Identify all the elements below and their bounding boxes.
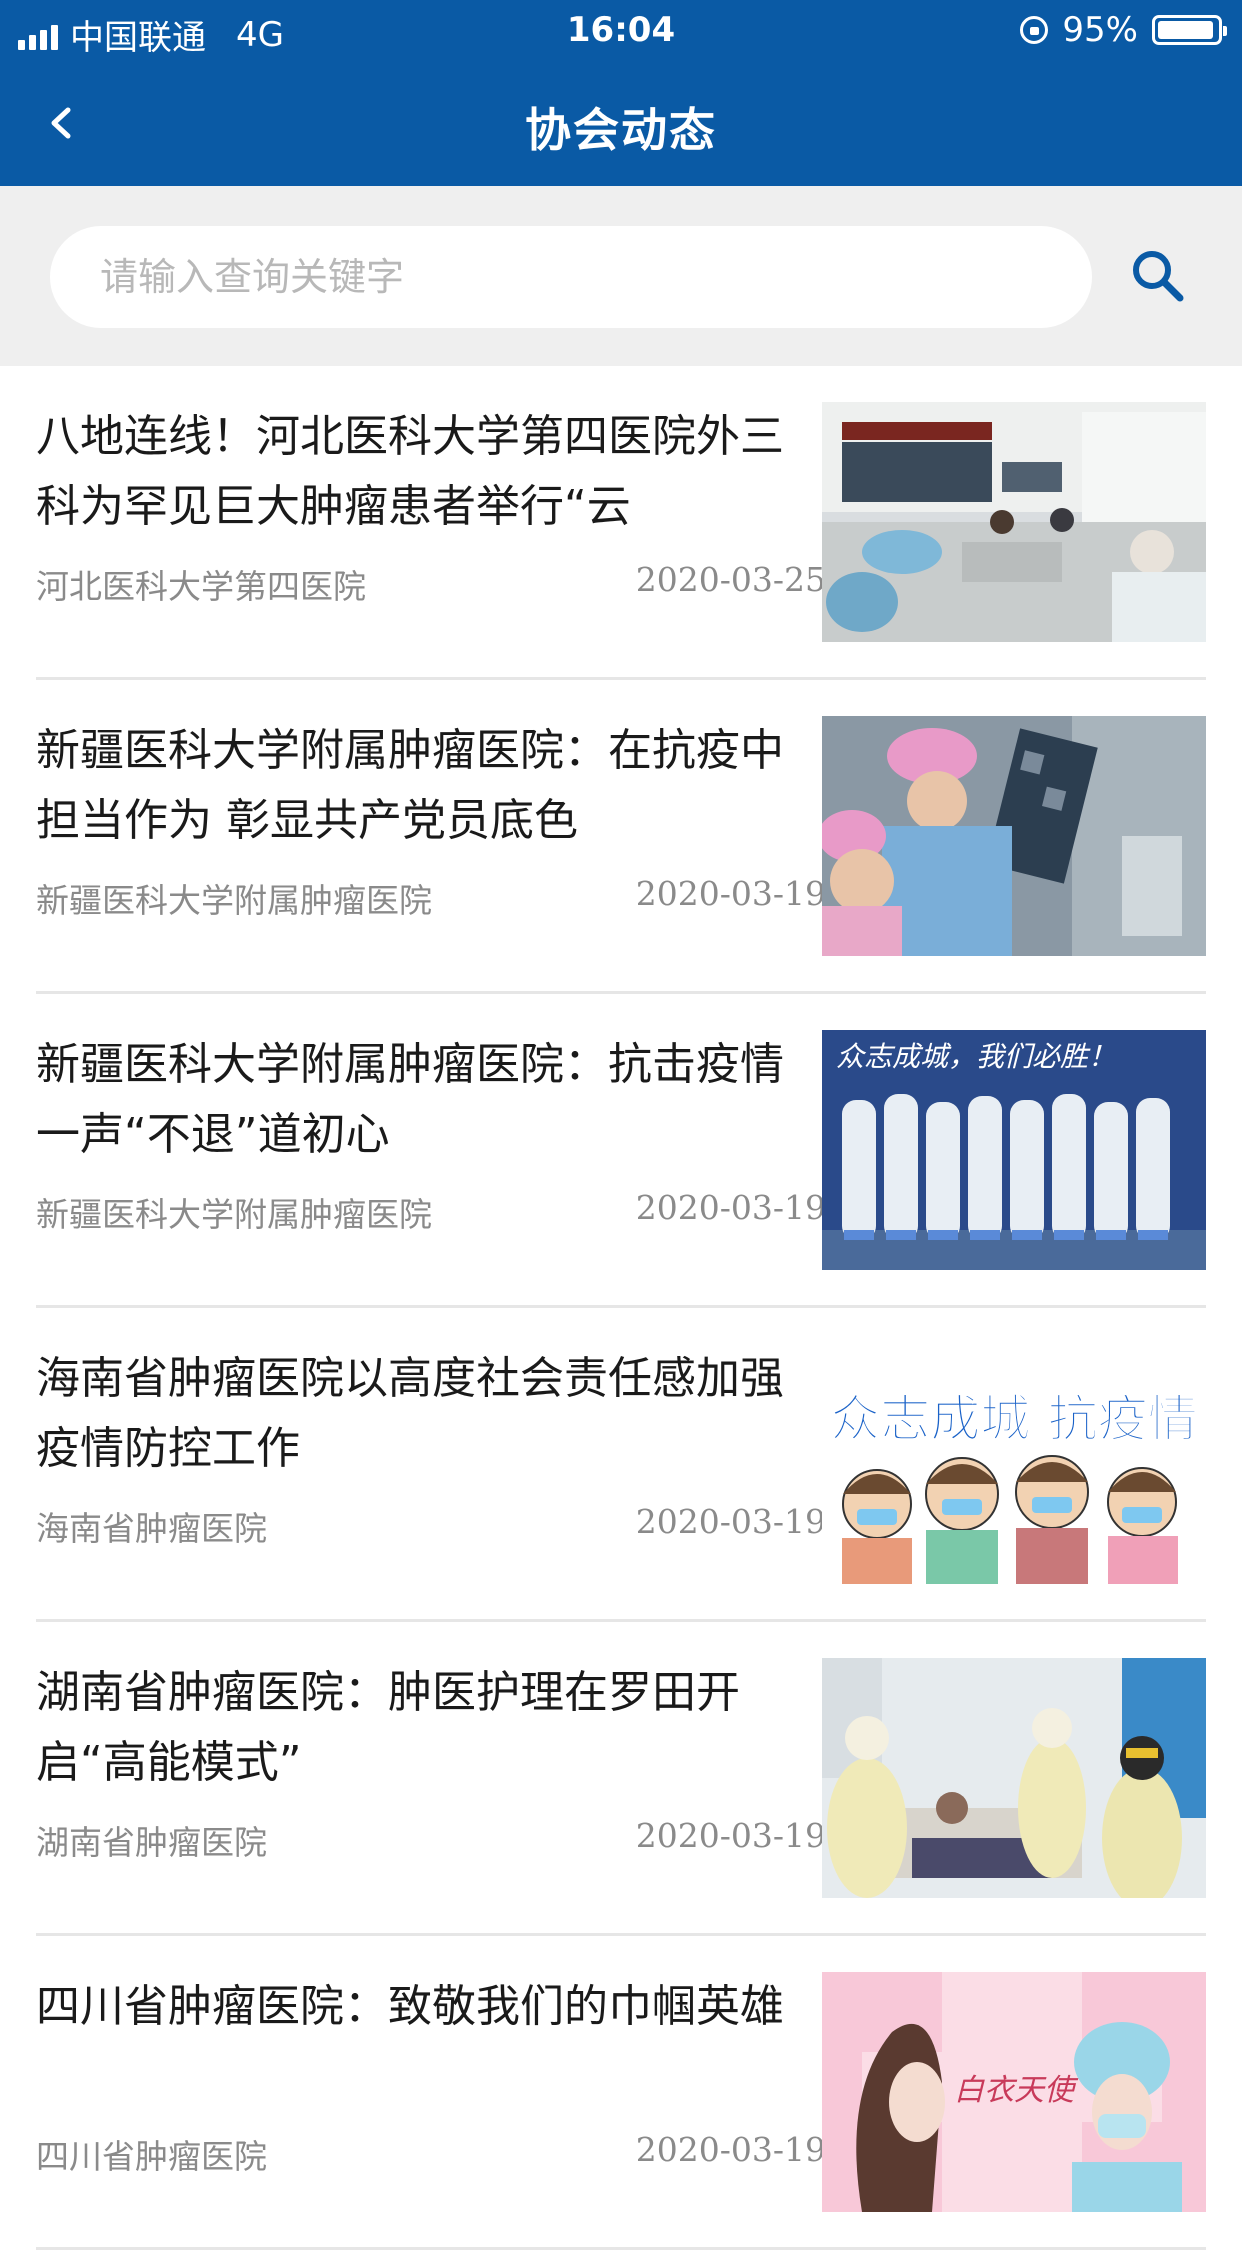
news-item[interactable]: 八地连线！河北医科大学第四医院外三科为罕见巨大肿瘤患者举行“云 河北医科大学第四… — [36, 366, 1206, 680]
battery-fill — [1158, 21, 1213, 39]
news-item[interactable]: 湖南省肿瘤医院：肿医护理在罗田开启“高能模式” 湖南省肿瘤医院 2020-03-… — [36, 1622, 1206, 1936]
news-source: 湖南省肿瘤医院 — [36, 1823, 267, 1862]
news-item[interactable]: 新疆医科大学附属肿瘤医院：抗击疫情 一声“不退”道初心 新疆医科大学附属肿瘤医院… — [36, 994, 1206, 1308]
news-thumbnail[interactable]: 众志成城，我们必胜！ — [822, 1030, 1206, 1270]
news-title: 新疆医科大学附属肿瘤医院：在抗疫中担当作为 彰显共产党员底色 — [36, 725, 784, 846]
search-input[interactable] — [50, 226, 1092, 328]
news-item[interactable]: 新疆医科大学附属肿瘤医院：在抗疫中担当作为 彰显共产党员底色 新疆医科大学附属肿… — [36, 680, 1206, 994]
news-date: 2020-03-19 — [635, 1502, 826, 1541]
poster-slogan: 众志成城 抗疫情 — [830, 1390, 1197, 1448]
meeting-room-image — [822, 402, 1206, 642]
poster-slogan: 众志成城，我们必胜！ — [836, 1040, 1116, 1073]
news-title: 新疆医科大学附属肿瘤医院：抗击疫情 一声“不退”道初心 — [36, 1039, 784, 1160]
news-thumbnail[interactable] — [822, 716, 1206, 956]
news-item[interactable]: 四川省肿瘤医院：致敬我们的巾帼英雄 四川省肿瘤医院 2020-03-19 白衣天… — [36, 1936, 1206, 2250]
status-right: 95% — [1020, 10, 1227, 50]
news-source: 河北医科大学第四医院 — [36, 567, 366, 606]
news-title: 四川省肿瘤医院：致敬我们的巾帼英雄 — [36, 1981, 784, 2032]
news-date: 2020-03-19 — [635, 1188, 826, 1227]
news-date: 2020-03-25 — [635, 560, 826, 599]
news-thumbnail[interactable] — [822, 402, 1206, 642]
news-source: 四川省肿瘤医院 — [36, 2137, 267, 2176]
poster-caption: 白衣天使 — [954, 2073, 1079, 2108]
news-title: 海南省肿瘤医院以高度社会责任感加强疫情防控工作 — [36, 1353, 784, 1474]
news-thumbnail[interactable] — [822, 1658, 1206, 1898]
battery-percentage: 95% — [1062, 10, 1138, 50]
news-source: 新疆医科大学附属肿瘤医院 — [36, 881, 432, 920]
ct-scan-review-image — [822, 716, 1206, 956]
news-date: 2020-03-19 — [635, 874, 826, 913]
news-date: 2020-03-19 — [635, 1816, 826, 1855]
status-bar: 中国联通 4G 16:04 95% — [0, 0, 1242, 60]
news-list: 八地连线！河北医科大学第四医院外三科为罕见巨大肿瘤患者举行“云 河北医科大学第四… — [0, 366, 1242, 2250]
battery-icon — [1152, 15, 1227, 45]
news-thumbnail[interactable]: 众志成城 抗疫情 — [822, 1344, 1206, 1584]
search-button[interactable] — [1124, 242, 1192, 310]
protective-suits-team-image: 众志成城，我们必胜！ — [822, 1030, 1206, 1270]
white-angel-illustration: 白衣天使 — [822, 1972, 1206, 2212]
cartoon-poster-image: 众志成城 抗疫情 — [822, 1344, 1206, 1584]
news-title: 八地连线！河北医科大学第四医院外三科为罕见巨大肿瘤患者举行“云 — [36, 411, 784, 532]
search-icon — [1133, 251, 1184, 302]
ward-nursing-image — [822, 1658, 1206, 1898]
news-thumbnail[interactable]: 白衣天使 — [822, 1972, 1206, 2212]
battery-cap — [1223, 26, 1227, 36]
news-source: 海南省肿瘤医院 — [36, 1509, 267, 1548]
news-item[interactable]: 海南省肿瘤医院以高度社会责任感加强疫情防控工作 海南省肿瘤医院 2020-03-… — [36, 1308, 1206, 1622]
news-source: 新疆医科大学附属肿瘤医院 — [36, 1195, 432, 1234]
news-title: 湖南省肿瘤医院：肿医护理在罗田开启“高能模式” — [36, 1667, 740, 1788]
nav-bar: 协会动态 — [0, 60, 1242, 186]
news-date: 2020-03-19 — [635, 2130, 826, 2169]
rotation-lock-icon — [1020, 16, 1049, 44]
page-title: 协会动态 — [525, 103, 717, 157]
search-bar — [0, 186, 1242, 366]
